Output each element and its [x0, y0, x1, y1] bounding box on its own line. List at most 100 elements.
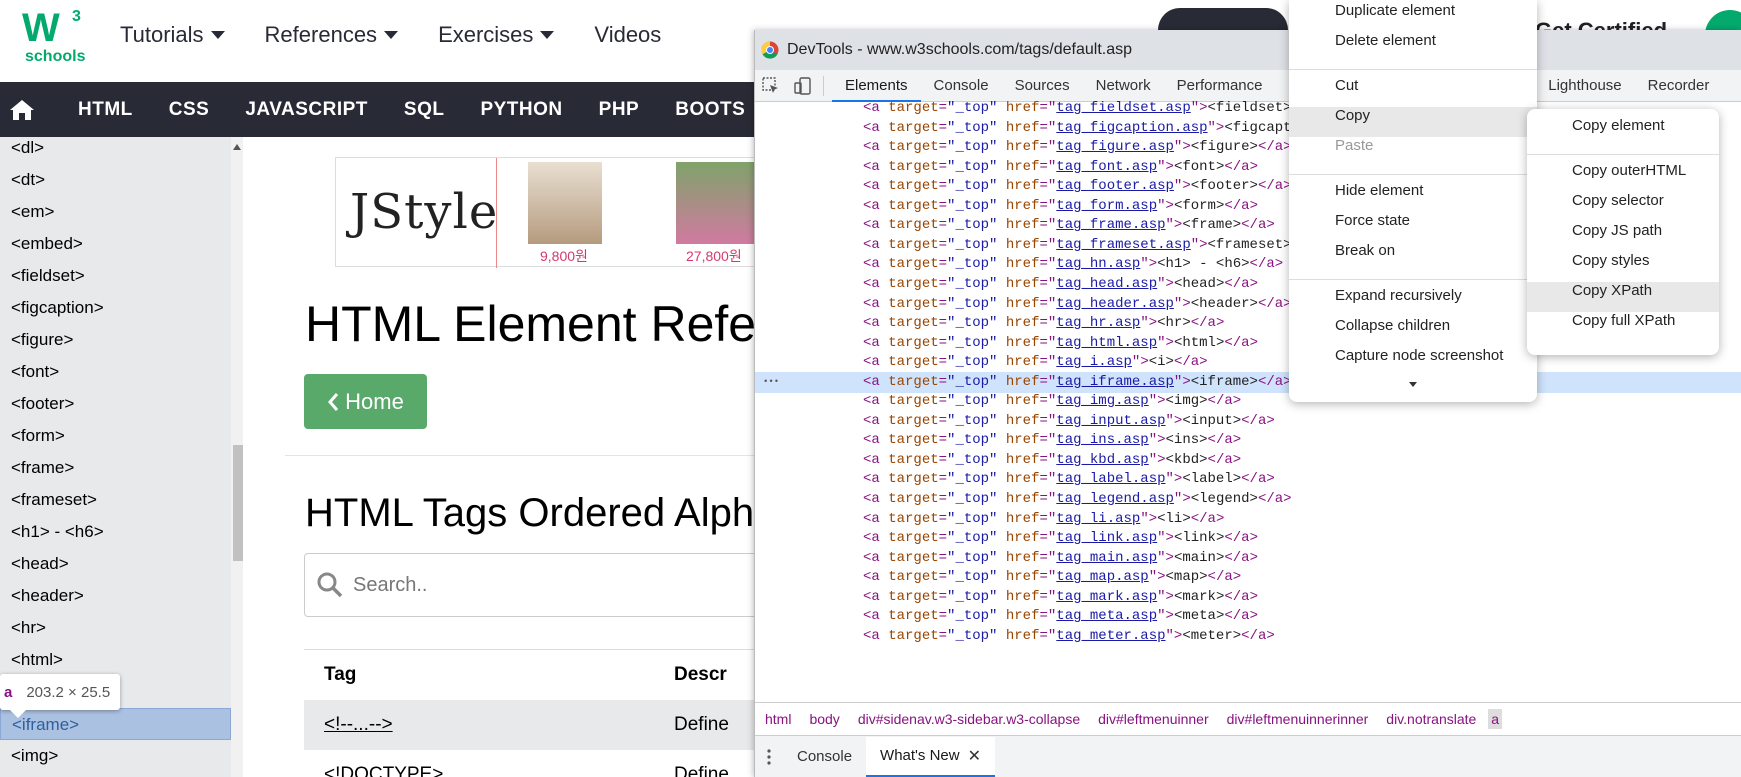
- dom-href-link[interactable]: tag_fieldset.asp: [1056, 100, 1190, 116]
- kebab-icon[interactable]: [755, 737, 783, 777]
- breadcrumb-div-notranslate[interactable]: div.notranslate: [1386, 711, 1476, 727]
- menu-item-capture-node-screenshot[interactable]: Capture node screenshot: [1289, 347, 1537, 377]
- dom-href-link[interactable]: tag_hr.asp: [1056, 315, 1140, 331]
- menu-item-copy-selector[interactable]: Copy selector: [1527, 192, 1719, 222]
- sidebar-item-fieldset[interactable]: <fieldset>: [0, 260, 243, 292]
- dom-node-line[interactable]: <a target="_top" href="tag_ins.asp"><ins…: [863, 430, 1241, 452]
- tab-lighthouse[interactable]: Lighthouse: [1535, 70, 1634, 102]
- dom-node-line[interactable]: <a target="_top" href="tag_fieldset.asp"…: [863, 98, 1325, 120]
- tab-console[interactable]: Console: [921, 70, 1002, 102]
- menu-item-copy-element[interactable]: Copy element: [1527, 117, 1719, 147]
- dom-href-link[interactable]: tag_legend.asp: [1056, 491, 1174, 507]
- dom-ellipsis-icon[interactable]: •••: [763, 372, 779, 394]
- dom-node-line[interactable]: <a target="_top" href="tag_input.asp"><i…: [863, 411, 1275, 433]
- subject-html[interactable]: HTML: [78, 99, 133, 121]
- dom-href-link[interactable]: tag_frame.asp: [1056, 217, 1165, 233]
- dom-node-line[interactable]: <a target="_top" href="tag_header.asp"><…: [863, 294, 1292, 316]
- sidebar-item-footer[interactable]: <footer>: [0, 388, 243, 420]
- sidebar-item-html[interactable]: <html>: [0, 644, 243, 676]
- sidebar-item-dl[interactable]: <dl>: [0, 137, 243, 164]
- dom-href-link[interactable]: tag_main.asp: [1056, 550, 1157, 566]
- advertisement-banner[interactable]: JStyle 9,800원 27,800원: [335, 157, 763, 268]
- table-cell-tag-link[interactable]: <!--...-->: [304, 714, 674, 736]
- tab-recorder[interactable]: Recorder: [1635, 70, 1723, 102]
- dom-node-line[interactable]: <a target="_top" href="tag_footer.asp"><…: [863, 176, 1292, 198]
- sidebar-item-figcaption[interactable]: <figcaption>: [0, 292, 243, 324]
- dom-node-line[interactable]: <a target="_top" href="tag_figcaption.as…: [863, 118, 1359, 140]
- subject-bootstrap[interactable]: BOOTS: [675, 99, 745, 121]
- dom-href-link[interactable]: tag_html.asp: [1056, 335, 1157, 351]
- scroll-down-icon[interactable]: [1289, 377, 1537, 391]
- dom-node-line[interactable]: <a target="_top" href="tag_frameset.asp"…: [863, 235, 1325, 257]
- breadcrumb-div-leftmenuinner[interactable]: div#leftmenuinner: [1098, 711, 1209, 727]
- scroll-up-icon[interactable]: [233, 144, 241, 150]
- dom-href-link[interactable]: tag_kbd.asp: [1056, 452, 1148, 468]
- dom-href-link[interactable]: tag_footer.asp: [1056, 178, 1174, 194]
- dom-node-line[interactable]: <a target="_top" href="tag_figure.asp"><…: [863, 137, 1292, 159]
- dom-href-link[interactable]: tag_meta.asp: [1056, 608, 1157, 624]
- menu-item-force-state[interactable]: Force state: [1289, 212, 1537, 242]
- menu-item-hide-element[interactable]: Hide element: [1289, 182, 1537, 212]
- subject-css[interactable]: CSS: [169, 99, 210, 121]
- dom-href-link[interactable]: tag_form.asp: [1056, 198, 1157, 214]
- subject-javascript[interactable]: JAVASCRIPT: [245, 99, 368, 121]
- inspect-icon[interactable]: [755, 70, 787, 102]
- dom-node-line[interactable]: <a target="_top" href="tag_form.asp"><fo…: [863, 196, 1258, 218]
- dom-href-link[interactable]: tag_header.asp: [1056, 296, 1174, 312]
- drawer-tab-console[interactable]: Console: [783, 737, 866, 777]
- dom-node-line[interactable]: <a target="_top" href="tag_kbd.asp"><kbd…: [863, 450, 1241, 472]
- menu-item-copy-styles[interactable]: Copy styles: [1527, 252, 1719, 282]
- dom-href-link[interactable]: tag_li.asp: [1056, 511, 1140, 527]
- table-cell-tag-link[interactable]: <!DOCTYPE>: [304, 764, 674, 777]
- subject-php[interactable]: PHP: [599, 99, 640, 121]
- menu-item-copy-full-xpath[interactable]: Copy full XPath: [1527, 312, 1719, 342]
- subject-sql[interactable]: SQL: [404, 99, 445, 121]
- menu-item-duplicate-element[interactable]: Duplicate element: [1289, 2, 1537, 32]
- sidebar-item-hr[interactable]: <hr>: [0, 612, 243, 644]
- dom-href-link[interactable]: tag_label.asp: [1056, 471, 1165, 487]
- breadcrumb-html[interactable]: html: [765, 711, 791, 727]
- sidebar-item-h1-h6[interactable]: <h1> - <h6>: [0, 516, 243, 548]
- dom-href-link[interactable]: tag_head.asp: [1056, 276, 1157, 292]
- dom-href-link[interactable]: tag_figcaption.asp: [1056, 120, 1207, 136]
- dom-href-link[interactable]: tag_map.asp: [1056, 569, 1148, 585]
- dom-node-line[interactable]: <a target="_top" href="tag_hn.asp"><h1> …: [863, 254, 1283, 276]
- menu-item-cut[interactable]: Cut: [1289, 77, 1537, 107]
- search-input[interactable]: Search..: [304, 553, 763, 617]
- dom-node-line[interactable]: <a target="_top" href="tag_link.asp"><li…: [863, 528, 1258, 550]
- menu-item-copy-outerhtml[interactable]: Copy outerHTML: [1527, 162, 1719, 192]
- dom-node-line[interactable]: <a target="_top" href="tag_head.asp"><he…: [863, 274, 1258, 296]
- home-icon[interactable]: [2, 82, 42, 137]
- breadcrumb-body[interactable]: body: [809, 711, 839, 727]
- dom-node-line[interactable]: <a target="_top" href="tag_meta.asp"><me…: [863, 606, 1258, 628]
- sidebar-item-form[interactable]: <form>: [0, 420, 243, 452]
- breadcrumb-div-leftmenuinnerinner[interactable]: div#leftmenuinnerinner: [1227, 711, 1369, 727]
- dom-node-line[interactable]: <a target="_top" href="tag_meter.asp"><m…: [863, 626, 1275, 648]
- dom-href-link[interactable]: tag_hn.asp: [1056, 256, 1140, 272]
- sidebar-item-header[interactable]: <header>: [0, 580, 243, 612]
- dom-node-line[interactable]: <a target="_top" href="tag_legend.asp"><…: [863, 489, 1292, 511]
- scrollbar-thumb[interactable]: [233, 445, 243, 561]
- dom-node-line[interactable]: <a target="_top" href="tag_img.asp"><img…: [863, 391, 1241, 413]
- menu-item-delete-element[interactable]: Delete element: [1289, 32, 1537, 62]
- sidebar-item-frame[interactable]: <frame>: [0, 452, 243, 484]
- dom-node-line[interactable]: <a target="_top" href="tag_frame.asp"><f…: [863, 215, 1275, 237]
- sidebar-item-figure[interactable]: <figure>: [0, 324, 243, 356]
- sidebar-item-font[interactable]: <font>: [0, 356, 243, 388]
- sidebar-scrollbar[interactable]: [231, 137, 243, 777]
- sidebar-item-em[interactable]: <em>: [0, 196, 243, 228]
- sidebar-item-head[interactable]: <head>: [0, 548, 243, 580]
- drawer-tab-whats-new[interactable]: What's New ✕: [866, 736, 996, 777]
- breadcrumb-div-sidenav-w3-sidebar-w3-collapse[interactable]: div#sidenav.w3-sidebar.w3-collapse: [858, 711, 1080, 727]
- dom-href-link[interactable]: tag_ins.asp: [1056, 432, 1148, 448]
- dom-href-link[interactable]: tag_i.asp: [1056, 354, 1132, 370]
- tab-network[interactable]: Network: [1083, 70, 1164, 102]
- dom-href-link[interactable]: tag_frameset.asp: [1056, 237, 1190, 253]
- menu-item-copy-js-path[interactable]: Copy JS path: [1527, 222, 1719, 252]
- tab-sources[interactable]: Sources: [1002, 70, 1083, 102]
- sidebar-item-embed[interactable]: <embed>: [0, 228, 243, 260]
- menu-item-copy-xpath[interactable]: Copy XPath: [1527, 282, 1719, 312]
- menu-item-break-on[interactable]: Break on: [1289, 242, 1537, 272]
- nav-videos[interactable]: Videos: [594, 22, 661, 48]
- tab-performance[interactable]: Performance: [1164, 70, 1276, 102]
